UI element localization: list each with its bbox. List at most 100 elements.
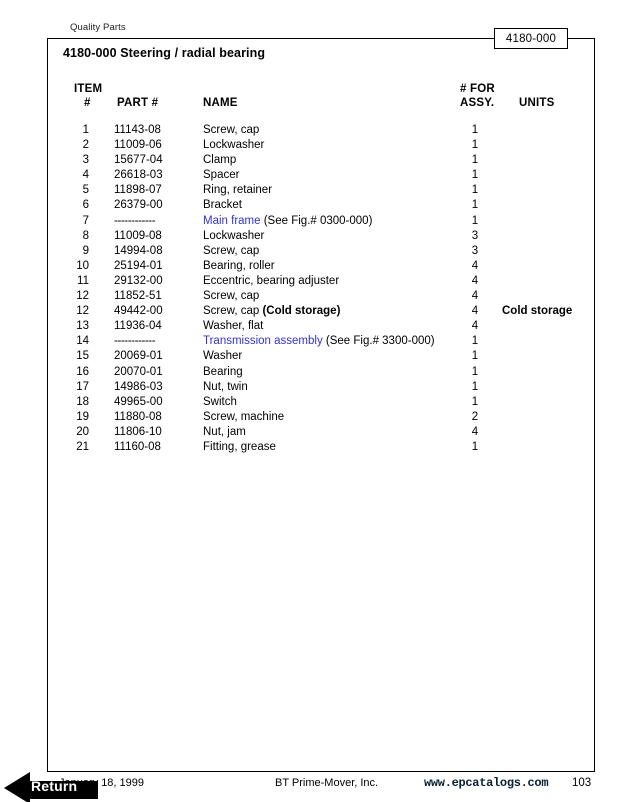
cell-item-number: 9 bbox=[82, 244, 89, 257]
cell-item-number: 21 bbox=[76, 440, 89, 453]
cell-name: Switch bbox=[203, 395, 237, 408]
cell-item-number: 7 bbox=[82, 214, 89, 227]
cell-name[interactable]: Main frame (See Fig.# 0300-000) bbox=[203, 215, 372, 227]
column-header-qty-line1: # FOR bbox=[460, 83, 495, 95]
table-row: 15 20069-01 Washer 1 bbox=[0, 350, 633, 365]
table-row: 13 11936-04 Washer, flat 4 bbox=[0, 320, 633, 335]
cell-item-number: 16 bbox=[76, 365, 89, 378]
assembly-title: 4180-000 Steering / radial bearing bbox=[63, 46, 266, 60]
cell-part-number: 11880-08 bbox=[114, 410, 162, 423]
column-header-qty-line2: ASSY. bbox=[460, 97, 495, 109]
cell-name[interactable]: Transmission assembly (See Fig.# 3300-00… bbox=[203, 335, 435, 347]
figure-reference-suffix: (See Fig.# 3300-000) bbox=[322, 335, 435, 348]
cell-qty-for-assembly: 1 bbox=[471, 350, 479, 363]
cell-part-number: 49965-00 bbox=[114, 395, 163, 408]
table-row: 16 20070-01 Bearing 1 bbox=[0, 366, 633, 381]
cell-name: Fitting, grease bbox=[203, 440, 276, 453]
cell-part-number: 26379-00 bbox=[114, 199, 163, 212]
cell-qty-for-assembly: 1 bbox=[471, 380, 479, 393]
cell-item-number: 12 bbox=[76, 290, 89, 303]
cell-part-number-placeholder: ------------ bbox=[114, 335, 156, 348]
cell-name: Lockwasher bbox=[203, 229, 265, 242]
cell-part-number: 11160-08 bbox=[114, 440, 161, 453]
cell-qty-for-assembly: 4 bbox=[471, 290, 479, 303]
column-header-item-line1: ITEM bbox=[74, 83, 103, 95]
cell-item-number: 10 bbox=[76, 259, 89, 272]
table-row: 11 29132-00 Eccentric, bearing adjuster 4 bbox=[0, 275, 633, 290]
cell-item-number: 19 bbox=[76, 410, 89, 423]
cell-item-number: 18 bbox=[76, 395, 89, 408]
cell-part-number: 20070-01 bbox=[114, 365, 163, 378]
cell-units: Cold storage bbox=[502, 305, 573, 318]
cell-part-number: 49442-00 bbox=[114, 305, 163, 318]
cell-part-number: 11936-04 bbox=[114, 320, 162, 333]
cell-qty-for-assembly: 1 bbox=[471, 395, 479, 408]
cell-item-number: 13 bbox=[76, 320, 89, 333]
cell-part-number: 20069-01 bbox=[114, 350, 163, 363]
column-header-item-line2: # bbox=[84, 97, 91, 109]
cell-name-note: (Cold storage) bbox=[262, 305, 341, 318]
cell-qty-for-assembly: 3 bbox=[471, 229, 479, 242]
cell-qty-for-assembly: 1 bbox=[471, 335, 479, 348]
table-row: 21 11160-08 Fitting, grease 1 bbox=[0, 441, 633, 456]
cell-part-number: 14986-03 bbox=[114, 380, 163, 393]
table-row: 3 15677-04 Clamp 1 bbox=[0, 154, 633, 169]
cell-qty-for-assembly: 3 bbox=[471, 244, 479, 257]
footer-url[interactable]: www.epcatalogs.com bbox=[424, 776, 549, 790]
table-row: 12 11852-51 Screw, cap 4 bbox=[0, 290, 633, 305]
cell-part-number: 29132-00 bbox=[114, 274, 163, 287]
return-button[interactable]: Return bbox=[4, 770, 108, 802]
cell-item-number: 12 bbox=[76, 305, 89, 318]
cell-qty-for-assembly: 1 bbox=[471, 139, 479, 152]
quality-parts-watermark: Quality Parts bbox=[70, 22, 126, 33]
figure-reference-link[interactable]: Main frame bbox=[203, 215, 261, 227]
table-row: 1 11143-08 Screw, cap 1 bbox=[0, 124, 633, 139]
cell-item-number: 11 bbox=[77, 274, 89, 287]
cell-name: Ring, retainer bbox=[203, 184, 273, 197]
cell-part-number: 11898-07 bbox=[114, 184, 162, 197]
cell-part-number-placeholder: ------------ bbox=[114, 214, 156, 227]
table-row: 6 26379-00 Bracket 1 bbox=[0, 199, 633, 214]
cell-name: Nut, jam bbox=[203, 425, 246, 438]
cell-part-number: 15677-04 bbox=[114, 154, 163, 167]
table-row: 2 11009-06 Lockwasher 1 bbox=[0, 139, 633, 154]
table-row: 17 14986-03 Nut, twin 1 bbox=[0, 381, 633, 396]
cell-item-number: 14 bbox=[76, 335, 89, 348]
cell-item-number: 6 bbox=[82, 199, 89, 212]
cell-part-number: 11009-08 bbox=[114, 229, 162, 242]
cell-qty-for-assembly: 4 bbox=[471, 425, 479, 438]
cell-name: Spacer bbox=[203, 169, 240, 182]
cell-part-number: 26618-03 bbox=[114, 169, 163, 182]
cell-qty-for-assembly: 4 bbox=[471, 274, 479, 287]
cell-name: Clamp bbox=[203, 154, 237, 167]
table-row: 18 49965-00 Switch 1 bbox=[0, 396, 633, 411]
cell-name: Washer bbox=[203, 350, 243, 363]
column-header-part-number: PART # bbox=[117, 97, 159, 109]
cell-part-number: 14994-08 bbox=[114, 244, 163, 257]
cell-part-number: 11852-51 bbox=[114, 290, 162, 303]
cell-item-number: 3 bbox=[82, 154, 89, 167]
cell-name: Nut, twin bbox=[203, 380, 248, 393]
cell-part-number: 11806-10 bbox=[114, 425, 162, 438]
table-row: 4 26618-03 Spacer 1 bbox=[0, 169, 633, 184]
cell-qty-for-assembly: 1 bbox=[471, 184, 479, 197]
cell-name: Eccentric, bearing adjuster bbox=[203, 274, 340, 287]
cell-name: Bearing bbox=[203, 365, 243, 378]
cell-name: Lockwasher bbox=[203, 139, 265, 152]
cell-qty-for-assembly: 1 bbox=[471, 199, 479, 212]
table-row: 10 25194-01 Bearing, roller 4 bbox=[0, 260, 633, 275]
cell-item-number: 1 bbox=[82, 124, 89, 136]
cell-name: Screw, cap bbox=[203, 124, 260, 136]
cell-qty-for-assembly: 1 bbox=[471, 365, 479, 378]
cell-name: Screw, machine bbox=[203, 410, 285, 423]
column-header-units: UNITS bbox=[519, 97, 555, 109]
cell-item-number: 2 bbox=[82, 139, 89, 152]
cell-item-number: 8 bbox=[82, 229, 89, 242]
footer-company: BT Prime-Mover, Inc. bbox=[275, 777, 379, 789]
column-header-name: NAME bbox=[203, 97, 238, 109]
table-row: 14 ------------ Transmission assembly (See… bbox=[0, 335, 633, 350]
table-row: 7 ------------ Main frame (See Fig.# 0300-… bbox=[0, 215, 633, 230]
cell-name: Screw, cap (Cold storage) bbox=[203, 305, 340, 317]
figure-reference-link[interactable]: Transmission assembly bbox=[203, 335, 323, 347]
cell-item-number: 15 bbox=[76, 350, 89, 363]
